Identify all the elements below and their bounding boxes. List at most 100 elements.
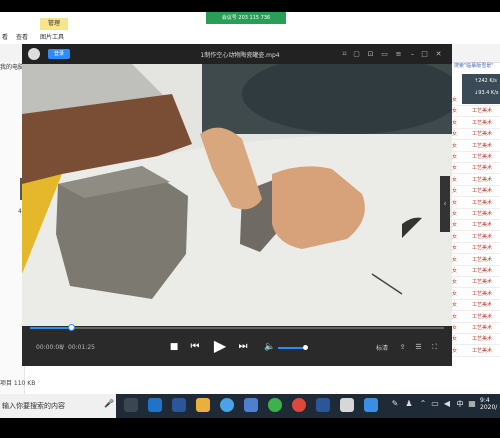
edge-icon[interactable] — [148, 398, 162, 412]
list-cell: 女 — [452, 313, 458, 320]
list-row[interactable]: 女 工艺美术 — [450, 185, 500, 198]
tray-chevron-icon[interactable]: ⌃ — [418, 399, 428, 411]
list-row[interactable]: 女 工艺美术 — [450, 345, 500, 357]
fullscreen-icon[interactable]: ⛶ — [430, 343, 439, 352]
upload-speed: ↑242 K/s — [474, 78, 497, 84]
share-icon[interactable]: ⇪ — [398, 343, 407, 352]
video-frame[interactable] — [22, 64, 452, 326]
list-row[interactable]: 女 工艺美术 — [450, 151, 500, 163]
list-row[interactable]: 女 工艺美术 — [450, 311, 500, 323]
list-row[interactable]: 女 工艺美术 — [450, 128, 500, 141]
screenshot-icon[interactable]: ⌑ — [340, 50, 349, 59]
quality-selector[interactable]: 标清 — [376, 343, 388, 352]
list-cell: 工艺美术 — [472, 222, 493, 229]
time-total: 00:01:25 — [68, 344, 95, 351]
close-icon[interactable]: ✕ — [434, 50, 443, 59]
clock-time: 9:4 — [480, 397, 490, 404]
side-collapse-arrow[interactable]: ‹ — [440, 176, 450, 232]
maximize-icon[interactable]: □ — [420, 50, 429, 59]
microphone-icon[interactable]: 🎤 — [104, 399, 114, 411]
list-row[interactable]: 女 工艺美术 — [450, 322, 500, 334]
volume-icon[interactable]: 🔈 — [264, 341, 276, 353]
clock-date: 2020/ — [480, 404, 498, 411]
address-path[interactable]: 我的电脑 — [0, 62, 24, 71]
list-row[interactable]: 女 工艺美术 — [450, 242, 500, 255]
task-view-icon[interactable] — [124, 398, 138, 412]
stop-icon[interactable]: ■ — [168, 341, 180, 353]
list-cell: 工艺美术 — [472, 119, 493, 126]
progress-track[interactable] — [30, 327, 444, 329]
list-row[interactable]: 女 工艺美术 — [450, 174, 500, 186]
people-icon[interactable]: ♟ — [404, 399, 414, 411]
list-row[interactable]: 女 工艺美术 — [450, 162, 500, 175]
list-cell: 工艺美术 — [472, 188, 493, 195]
list-row[interactable]: 女 工艺美术 — [450, 265, 500, 277]
explorer-search[interactable]: 搜索"临摹版雪景" — [454, 62, 494, 69]
ribbon-tab-picture-tools[interactable]: 图片工具 — [40, 32, 64, 41]
list-cell: 工艺美术 — [472, 279, 493, 286]
list-cell: 工艺美术 — [472, 142, 493, 149]
list-row[interactable]: 女 工艺美术 — [450, 197, 500, 209]
word-icon[interactable] — [172, 398, 186, 412]
list-row[interactable]: 女 工艺美术 — [450, 231, 500, 243]
previous-icon[interactable]: ⏮ — [188, 340, 202, 354]
folder-icon[interactable]: ▭ — [380, 50, 389, 59]
store-icon[interactable] — [244, 398, 258, 412]
list-cell: 女 — [452, 290, 458, 297]
keyboard-icon[interactable]: ▦ — [467, 399, 477, 411]
ribbon-tab-view-short[interactable]: 看 — [2, 32, 8, 41]
time-current: 00:00:08 — [36, 344, 63, 351]
qq-browser-icon[interactable] — [340, 398, 354, 412]
list-cell: 女 — [452, 302, 458, 309]
minimize-icon[interactable]: – — [408, 50, 417, 59]
list-row[interactable]: 女 工艺美术 — [450, 117, 500, 129]
manage-tab[interactable]: 管理 — [40, 18, 68, 30]
playlist-icon[interactable]: ☰ — [414, 343, 423, 352]
list-row[interactable]: 女 工艺美术 — [450, 299, 500, 312]
list-cell: 女 — [452, 233, 458, 240]
volume-slider[interactable] — [278, 347, 306, 349]
battery-icon[interactable]: ▭ — [430, 399, 440, 411]
pip-icon[interactable]: ▢ — [352, 50, 361, 59]
list-cell: 女 — [452, 142, 458, 149]
list-cell: 女 — [452, 165, 458, 172]
list-row[interactable]: 女 工艺美术 — [450, 288, 500, 300]
sogou-icon[interactable] — [220, 398, 234, 412]
pin-icon[interactable]: ⊡ — [366, 50, 375, 59]
ribbon-tab-view[interactable]: 查看 — [16, 32, 28, 41]
next-icon[interactable]: ⏭ — [236, 340, 250, 354]
list-row[interactable]: 女 工艺美术 — [450, 208, 500, 220]
list-cell: 工艺美术 — [472, 131, 493, 138]
pen-icon[interactable]: ✎ — [390, 399, 400, 411]
list-row[interactable]: 女 工艺美术 — [450, 219, 500, 232]
list-cell: 女 — [452, 199, 458, 206]
login-button[interactable]: 登录 — [48, 49, 70, 59]
list-cell: 女 — [452, 336, 458, 343]
list-row[interactable]: 女 工艺美术 — [450, 105, 500, 118]
taskbar-clock[interactable]: 9:4 2020/ — [480, 397, 497, 411]
play-icon[interactable]: ▶ — [210, 336, 230, 356]
list-cell: 工艺美术 — [472, 256, 493, 263]
speaker-icon[interactable]: ◀ — [442, 399, 452, 411]
list-cell: 女 — [452, 325, 458, 331]
list-cell: 工艺美术 — [472, 313, 493, 320]
list-cell: 女 — [452, 256, 458, 263]
list-cell: 工艺美术 — [472, 199, 493, 206]
word2-icon[interactable] — [316, 398, 330, 412]
media-icon[interactable] — [364, 398, 378, 412]
list-row[interactable]: 女 工艺美术 — [450, 254, 500, 266]
list-cell: 女 — [452, 222, 458, 229]
chrome-icon[interactable] — [292, 398, 306, 412]
list-cell: 女 — [452, 211, 458, 217]
list-cell: 女 — [452, 268, 458, 274]
list-row[interactable]: 女 工艺美术 — [450, 333, 500, 346]
list-row[interactable]: 女 工艺美术 — [450, 276, 500, 289]
meeting-id-bar[interactable]: 会议号 203 115 736 — [206, 12, 286, 24]
menu-icon[interactable]: ≡ — [394, 50, 403, 59]
file-explorer-icon[interactable] — [196, 398, 210, 412]
list-row[interactable]: 女 工艺美术 — [450, 140, 500, 152]
ime-indicator[interactable]: 中 — [454, 399, 466, 411]
video-title: 1制作空心动物陶瓷罐壶.mp4 — [200, 52, 280, 59]
player-logo-icon — [28, 48, 40, 60]
wechat-icon[interactable] — [268, 398, 282, 412]
